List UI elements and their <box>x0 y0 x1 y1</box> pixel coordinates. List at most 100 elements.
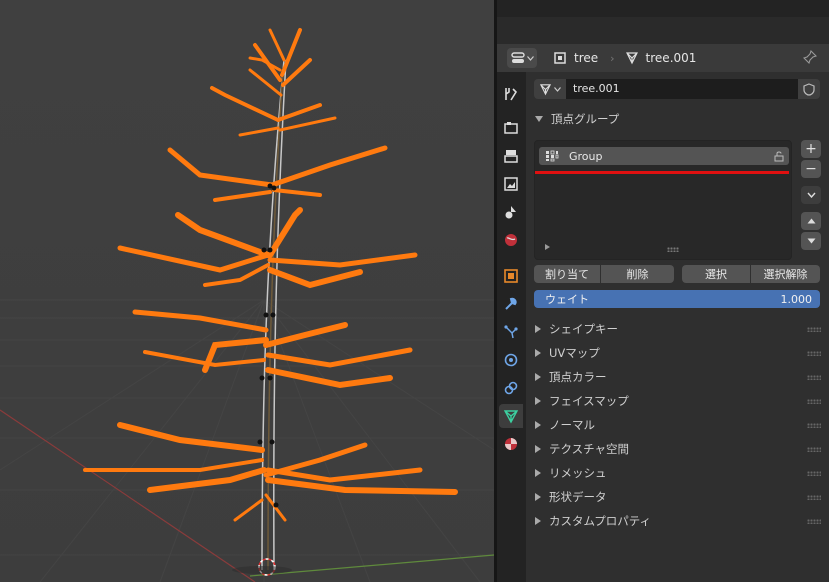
tool-icon <box>505 88 518 101</box>
panel-label: リメッシュ <box>549 466 607 480</box>
highlight-underline <box>535 171 789 174</box>
tab-tool[interactable] <box>499 82 523 106</box>
chevron-down-icon <box>554 86 561 92</box>
tab-mesh-data[interactable] <box>499 404 523 428</box>
tab-constraints[interactable] <box>499 376 523 400</box>
chevron-down-icon <box>526 55 534 61</box>
move-up-button[interactable] <box>801 212 821 230</box>
panel-label: UVマップ <box>549 346 600 360</box>
vertex-groups-panel-header[interactable]: 頂点グループ <box>526 108 829 130</box>
panel-label: シェイプキー <box>549 322 618 336</box>
particles-icon <box>504 325 518 339</box>
vertex-groups-title: 頂点グループ <box>551 112 620 126</box>
mesh-data-icon <box>625 52 638 65</box>
tree-branches <box>83 28 458 522</box>
properties-editor-icon <box>510 52 525 63</box>
list-resize-handle[interactable] <box>667 247 679 252</box>
collapse-icon <box>535 469 541 477</box>
panel-custom-properties[interactable]: カスタムプロパティ <box>526 510 829 532</box>
tab-world[interactable] <box>499 228 523 252</box>
tab-render[interactable] <box>499 116 523 140</box>
tab-scene[interactable] <box>499 200 523 224</box>
panel-label: テクスチャ空間 <box>549 442 630 456</box>
collapse-icon <box>535 349 541 357</box>
remove-vertex-group-button[interactable]: − <box>801 160 821 178</box>
drag-handle[interactable] <box>807 399 821 404</box>
list-filter-toggle-icon[interactable] <box>545 244 550 250</box>
view-layer-icon <box>504 177 518 191</box>
drag-handle[interactable] <box>807 423 821 428</box>
mesh-datablock-selector: tree.001 <box>534 78 820 100</box>
3d-cursor[interactable] <box>232 558 292 576</box>
drag-handle[interactable] <box>807 327 821 332</box>
panel-texture-space[interactable]: テクスチャ空間 <box>526 438 829 460</box>
remove-button[interactable]: 削除 <box>601 265 674 283</box>
chevron-down-icon <box>806 192 816 198</box>
x-axis-line <box>0 409 256 582</box>
specials-menu-button[interactable] <box>801 186 821 204</box>
tab-modifiers[interactable] <box>499 292 523 316</box>
mesh-data-icon <box>503 410 519 424</box>
tab-material[interactable] <box>499 432 523 456</box>
drag-handle[interactable] <box>807 519 821 524</box>
assign-button[interactable]: 割り当て <box>534 265 600 283</box>
triangle-up-icon <box>807 218 815 224</box>
material-icon <box>505 438 517 450</box>
constraints-icon <box>504 381 518 395</box>
pin-icon[interactable] <box>803 50 817 64</box>
drag-handle[interactable] <box>807 375 821 380</box>
object-icon <box>554 52 566 64</box>
drag-handle[interactable] <box>807 495 821 500</box>
panel-shape-keys[interactable]: シェイプキー <box>526 318 829 340</box>
deselect-button[interactable]: 選択解除 <box>751 265 820 283</box>
properties-tabs <box>497 72 525 582</box>
tab-output[interactable] <box>499 144 523 168</box>
panel-geometry-data[interactable]: 形状データ <box>526 486 829 508</box>
lock-icon[interactable] <box>773 150 785 162</box>
3d-viewport[interactable] <box>0 0 494 582</box>
datablock-browse-button[interactable] <box>534 79 566 99</box>
tab-object[interactable] <box>499 264 523 288</box>
collapse-icon <box>535 373 541 381</box>
modifier-icon <box>505 297 517 310</box>
panel-label: カスタムプロパティ <box>549 514 652 528</box>
panel-face-maps[interactable]: フェイスマップ <box>526 390 829 412</box>
panel-normals[interactable]: ノーマル <box>526 414 829 436</box>
tab-physics[interactable] <box>499 348 523 372</box>
fake-user-button[interactable] <box>798 79 820 99</box>
datablock-name-field[interactable]: tree.001 <box>566 79 798 99</box>
list-item[interactable]: Group <box>539 147 789 165</box>
weight-value: 1.000 <box>780 292 813 306</box>
vertex-group-list[interactable]: Group <box>534 140 792 260</box>
add-vertex-group-button[interactable]: + <box>801 140 821 158</box>
collapse-icon <box>535 445 541 453</box>
select-button[interactable]: 選択 <box>682 265 750 283</box>
expand-icon <box>535 116 543 122</box>
tab-view-layer[interactable] <box>499 172 523 196</box>
breadcrumb-object[interactable]: tree <box>553 51 598 65</box>
collapse-icon <box>535 493 541 501</box>
properties-panel: tree.001 頂点グループ Group + − 割り当て 削除 選択 選択解… <box>526 72 829 582</box>
drag-handle[interactable] <box>807 471 821 476</box>
editor-type-button[interactable] <box>507 48 537 68</box>
tab-particles[interactable] <box>499 320 523 344</box>
collapse-icon <box>535 421 541 429</box>
drag-handle[interactable] <box>807 351 821 356</box>
weight-slider[interactable]: ウェイト 1.000 <box>534 290 820 308</box>
drag-handle[interactable] <box>807 447 821 452</box>
breadcrumb-mesh[interactable]: tree.001 <box>625 51 696 65</box>
scene-icon <box>505 206 516 219</box>
properties-header: tree › tree.001 <box>497 44 829 72</box>
panel-label: フェイスマップ <box>549 394 629 408</box>
move-down-button[interactable] <box>801 232 821 250</box>
physics-icon <box>504 353 518 367</box>
triangle-down-icon <box>807 238 815 244</box>
vertex-group-icon <box>546 150 559 162</box>
panel-label: ノーマル <box>549 418 595 432</box>
world-icon <box>505 234 517 246</box>
panel-vertex-colors[interactable]: 頂点カラー <box>526 366 829 388</box>
panel-uv-maps[interactable]: UVマップ <box>526 342 829 364</box>
panel-remesh[interactable]: リメッシュ <box>526 462 829 484</box>
weight-label: ウェイト <box>545 293 589 306</box>
panel-label: 頂点カラー <box>549 370 607 384</box>
